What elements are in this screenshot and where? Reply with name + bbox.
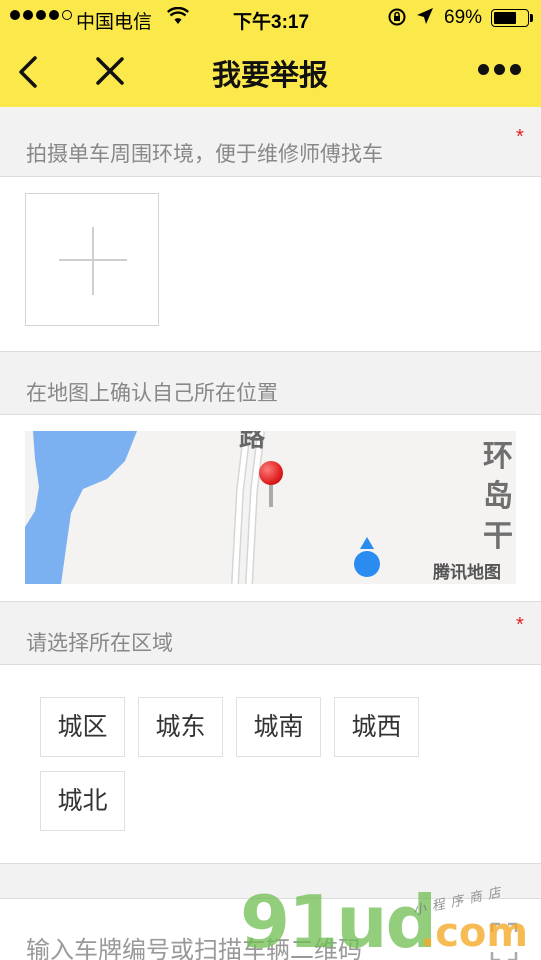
area-section-label: 请选择所在区域 (26, 632, 173, 655)
close-icon (96, 57, 124, 85)
rotation-lock-icon (387, 7, 407, 33)
back-button[interactable] (14, 52, 44, 92)
map-road-fragment: 路 (239, 431, 266, 452)
battery-tip (530, 14, 533, 22)
area-option-chengbei[interactable]: 城北 (40, 771, 125, 831)
water-area (25, 431, 137, 584)
area-option-chengnan[interactable]: 城南 (236, 697, 321, 757)
status-time: 下午3:17 (233, 12, 310, 33)
battery-percent: 69% (444, 7, 483, 28)
more-dots-icon (478, 64, 489, 75)
current-location-icon (353, 537, 381, 579)
battery-icon (491, 9, 529, 27)
scan-qr-icon[interactable] (490, 922, 518, 960)
photo-required-mark: * (516, 126, 524, 148)
page-title: 我要举报 (211, 60, 328, 92)
carrier-name: 中国电信 (76, 12, 153, 33)
plate-number-input[interactable]: 输入车牌编号或扫描车辆二维码 (26, 930, 362, 960)
chevron-left-icon (19, 56, 37, 88)
photo-section-label: 拍摄单车周围环境，便于维修师傅找车 (26, 143, 383, 166)
map-section-label: 在地图上确认自己所在位置 (26, 382, 278, 405)
close-button[interactable] (94, 54, 126, 88)
area-option-chengdong[interactable]: 城东 (138, 697, 223, 757)
location-services-icon (416, 7, 434, 31)
area-panel (0, 664, 541, 864)
status-bar: 中国电信 下午3:17 69% (0, 0, 541, 36)
map-brand-logo: 腾讯地图 (433, 563, 501, 582)
signal-strength-icon (10, 10, 72, 20)
map-pin-icon (259, 461, 283, 511)
more-button[interactable] (478, 64, 521, 75)
wifi-icon (166, 6, 190, 31)
area-option-chengqu[interactable]: 城区 (40, 697, 125, 757)
map-road-label: 环岛干 (483, 440, 513, 553)
location-map[interactable]: 路 环岛干 腾讯地图 (25, 431, 516, 584)
area-required-mark: * (516, 614, 524, 636)
area-option-chengxi[interactable]: 城西 (334, 697, 419, 757)
add-photo-button[interactable] (25, 193, 159, 326)
